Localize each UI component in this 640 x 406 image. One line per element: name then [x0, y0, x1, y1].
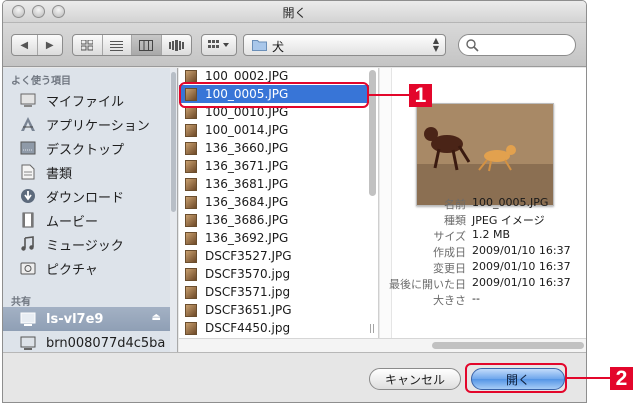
pictures-icon	[18, 259, 38, 277]
horizontal-scrollbar[interactable]	[179, 338, 586, 352]
list-view-icon	[110, 40, 124, 51]
sidebar-item-desktop[interactable]: デスクトップ	[3, 136, 171, 160]
jpeg-thumbnail-icon	[185, 69, 197, 83]
sidebar-item-pictures[interactable]: ピクチャ	[3, 256, 171, 280]
file-row[interactable]: 136_3681.JPG	[179, 175, 369, 193]
info-row-modified: 変更日 2009/01/10 16:37	[433, 260, 571, 275]
file-row[interactable]: DSCF3570.jpg	[179, 265, 369, 283]
file-row[interactable]: 136_3686.JPG	[179, 211, 369, 229]
jpeg-thumbnail-icon	[185, 123, 197, 137]
info-row-kind: 種類 JPEG イメージ	[444, 214, 545, 227]
forward-button[interactable]: ▶	[38, 35, 63, 55]
callout-box-1	[179, 82, 369, 108]
applications-icon	[18, 115, 38, 133]
jpeg-thumbnail-icon	[185, 159, 197, 173]
network-computer-icon	[18, 334, 38, 352]
file-row[interactable]: DSCF3571.jpg	[179, 283, 369, 301]
sidebar: よく使う項目 マイファイル アプリケーション デスクトップ 書類 ダウンロード …	[3, 68, 178, 352]
horizontal-scroll-thumb[interactable]	[432, 342, 584, 349]
file-row[interactable]: DSCF4450.jpg	[179, 319, 369, 337]
folder-icon	[252, 40, 267, 51]
arrange-icon	[202, 35, 236, 55]
file-column-scroll-thumb[interactable]	[369, 70, 376, 196]
favorites-heading: よく使う項目	[11, 76, 71, 87]
jpeg-thumbnail-icon	[185, 141, 197, 155]
arrange-menu-button[interactable]	[201, 34, 237, 56]
sidebar-item-downloads[interactable]: ダウンロード	[3, 184, 171, 208]
file-row[interactable]: 136_3671.JPG	[179, 157, 369, 175]
back-button[interactable]: ◀	[12, 35, 38, 55]
callout-badge-2: 2	[610, 367, 633, 390]
column-resize-handle[interactable]: ||	[369, 324, 375, 334]
info-row-name: 名前 100_0005.JPG	[444, 196, 549, 211]
callout-badge-1: 1	[409, 84, 432, 107]
shared-heading: 共有	[11, 297, 31, 308]
my-files-icon	[18, 91, 38, 109]
popup-arrows-icon: ▲ ▼	[432, 36, 439, 53]
sidebar-item-brn008077d4c5ba[interactable]: brn008077d4c5ba	[3, 331, 171, 352]
downloads-icon	[18, 187, 38, 205]
music-icon	[18, 235, 38, 253]
movies-icon	[18, 211, 38, 229]
jpeg-thumbnail-icon	[185, 267, 197, 281]
jpeg-thumbnail-icon	[185, 249, 197, 263]
preview-image	[416, 103, 554, 206]
network-drive-icon	[18, 310, 38, 328]
sidebar-scrollbar[interactable]	[170, 68, 177, 352]
info-row-last-opened: 最後に開いた日 2009/01/10 16:37	[389, 276, 571, 291]
title-bar: 開く	[3, 1, 586, 23]
icon-view-button[interactable]	[73, 35, 103, 55]
toolbar: ◀ ▶ 犬 ▲ ▼	[3, 23, 586, 67]
column-view-button[interactable]	[132, 35, 162, 55]
cover-flow-icon	[168, 39, 184, 51]
sidebar-item-movies[interactable]: ムービー	[3, 208, 171, 232]
info-row-created: 作成日 2009/01/10 16:37	[433, 244, 571, 259]
file-row[interactable]: DSCF3527.JPG	[179, 247, 369, 265]
desktop-icon	[18, 139, 38, 157]
location-popup[interactable]: 犬 ▲ ▼	[243, 34, 446, 56]
window-title: 開く	[282, 6, 307, 20]
sidebar-item-ls-vl7e9[interactable]: ls-vl7e9 ⏏	[3, 307, 171, 331]
search-field[interactable]	[458, 34, 576, 56]
jpeg-thumbnail-icon	[185, 321, 197, 335]
jpeg-thumbnail-icon	[185, 213, 197, 227]
file-row[interactable]: 136_3660.JPG	[179, 139, 369, 157]
sidebar-scroll-thumb[interactable]	[171, 72, 176, 212]
cancel-button[interactable]: キャンセル	[369, 368, 461, 390]
column-view-icon	[139, 39, 154, 51]
jpeg-thumbnail-icon	[185, 231, 197, 245]
sidebar-item-music[interactable]: ミュージック	[3, 232, 171, 256]
jpeg-thumbnail-icon	[185, 285, 197, 299]
file-row[interactable]: 136_3684.JPG	[179, 193, 369, 211]
info-row-dimensions: 大きさ --	[433, 292, 480, 307]
icon-view-icon	[81, 39, 94, 50]
view-mode-control	[72, 34, 192, 56]
callout-line-1	[369, 94, 409, 96]
location-label: 犬	[272, 40, 285, 54]
sidebar-item-documents[interactable]: 書類	[3, 160, 171, 184]
callout-box-2	[465, 363, 567, 393]
open-file-dialog: 開く ◀ ▶ 犬 ▲ ▼ よく使う項目 マイファイル アプリケーション デスクト…	[2, 0, 587, 403]
back-forward-control: ◀ ▶	[11, 34, 63, 56]
file-row[interactable]: DSCF3651.JPG	[179, 301, 369, 319]
sidebar-item-my-files[interactable]: マイファイル	[3, 88, 171, 112]
jpeg-thumbnail-icon	[185, 303, 197, 317]
jpeg-thumbnail-icon	[185, 177, 197, 191]
documents-icon	[18, 163, 38, 181]
preview-pane: 名前 100_0005.JPG 種類 JPEG イメージ サイズ 1.2 MB 作成日…	[380, 68, 586, 338]
jpeg-thumbnail-icon	[185, 195, 197, 209]
cover-flow-button[interactable]	[162, 35, 191, 55]
file-column: 100_0002.JPG 100_0005.JPG 100_0010.JPG 1…	[179, 68, 379, 338]
eject-icon[interactable]: ⏏	[152, 312, 161, 323]
file-row[interactable]: 136_3692.JPG	[179, 229, 369, 247]
info-row-size: サイズ 1.2 MB	[433, 228, 511, 243]
callout-line-2	[567, 377, 610, 379]
search-icon	[466, 39, 479, 52]
sidebar-item-applications[interactable]: アプリケーション	[3, 112, 171, 136]
list-view-button[interactable]	[103, 35, 132, 55]
file-row[interactable]: 100_0014.JPG	[179, 121, 369, 139]
